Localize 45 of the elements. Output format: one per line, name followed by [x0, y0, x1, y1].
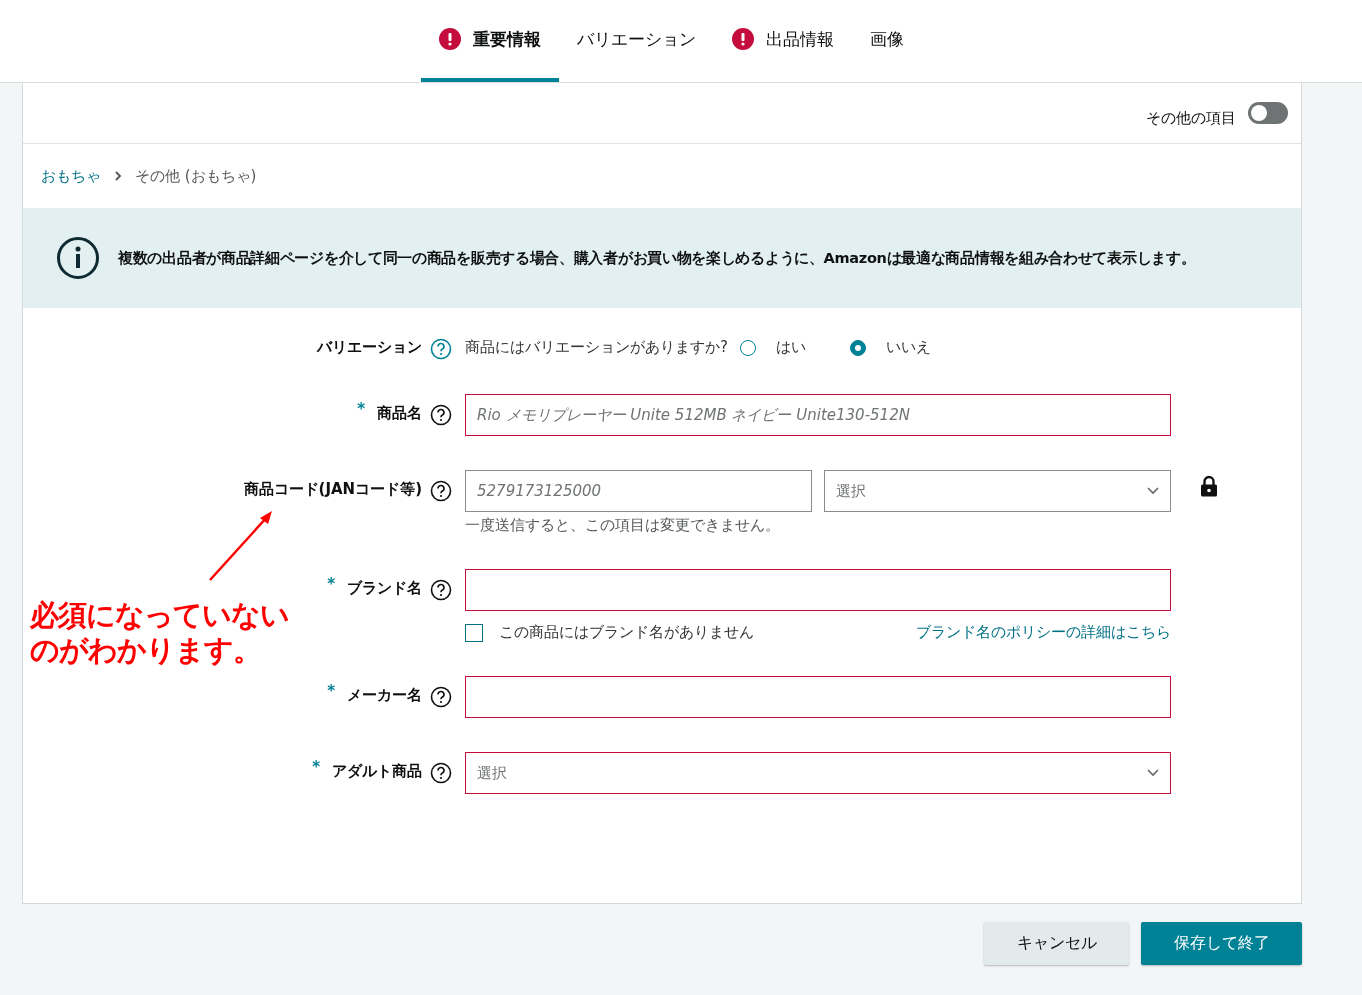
text-field[interactable]: Rio メモリプレーヤー Unite 512MB ネイビー Unite130-512N — [465, 394, 1171, 436]
field-label: メーカー名 — [347, 686, 422, 705]
chevron-right-icon — [113, 170, 123, 182]
required-asterisk: * — [312, 758, 320, 776]
text-field[interactable] — [465, 676, 1171, 718]
dropdown[interactable]: 選択 — [465, 752, 1171, 794]
required-asterisk: * — [327, 682, 335, 700]
annotation-text: 必須になっていない — [30, 598, 289, 633]
field-label: ブランド名 — [347, 579, 422, 598]
caret-icon — [1147, 769, 1159, 777]
info-text: 複数の出品者が商品詳細ページを介して同一の商品を販売する場合、購入者がお買い物を楽しめるように、Amazonは最適な商品情報を組み合わせて表示します。 — [118, 248, 1196, 268]
cancel-button[interactable]: キャンセル — [984, 922, 1129, 965]
save-button[interactable]: 保存して終了 — [1141, 922, 1302, 965]
toggle-label: その他の項目 — [1146, 108, 1236, 128]
caret-icon — [1147, 487, 1159, 495]
field-label: アダルト商品 — [332, 762, 422, 781]
breadcrumb-item: その他 (おもちゃ) — [135, 166, 257, 186]
checkbox-label: この商品にはブランド名がありません — [499, 623, 754, 642]
policy-link[interactable]: ブランド名のポリシーの詳細はこちら — [916, 623, 1171, 642]
checkbox[interactable] — [465, 623, 483, 642]
help-icon[interactable] — [430, 686, 452, 708]
required-asterisk: * — [357, 400, 365, 418]
annotation-text: のがわかります。 — [30, 632, 261, 668]
toggle-switch[interactable] — [1248, 102, 1288, 124]
code-type-dropdown[interactable]: 選択 — [824, 470, 1171, 512]
help-icon[interactable] — [430, 480, 452, 502]
field-label: 商品名 — [377, 404, 422, 423]
info-icon — [56, 236, 100, 280]
help-icon[interactable] — [430, 579, 452, 601]
code-field[interactable]: 5279173125000 — [465, 470, 812, 512]
field-label: バリエーション — [317, 338, 422, 357]
tab[interactable]: 画像 — [851, 0, 922, 82]
help-icon[interactable] — [430, 762, 452, 784]
tab[interactable]: バリエーション — [558, 0, 714, 82]
breadcrumb-item[interactable]: おもちゃ — [41, 166, 101, 186]
radio-label: いいえ — [885, 338, 931, 357]
field-note: 一度送信すると、この項目は変更できません。 — [465, 516, 781, 535]
radio-button[interactable] — [849, 339, 866, 356]
text-field[interactable] — [465, 569, 1171, 611]
field-label: 商品コード(JANコード等) — [243, 480, 422, 499]
tab[interactable]: 出品情報 — [713, 0, 852, 82]
help-icon[interactable] — [430, 404, 452, 426]
question-text: 商品にはバリエーションがありますか? — [465, 338, 728, 357]
radio-label: はい — [775, 338, 806, 357]
required-asterisk: * — [327, 575, 335, 593]
